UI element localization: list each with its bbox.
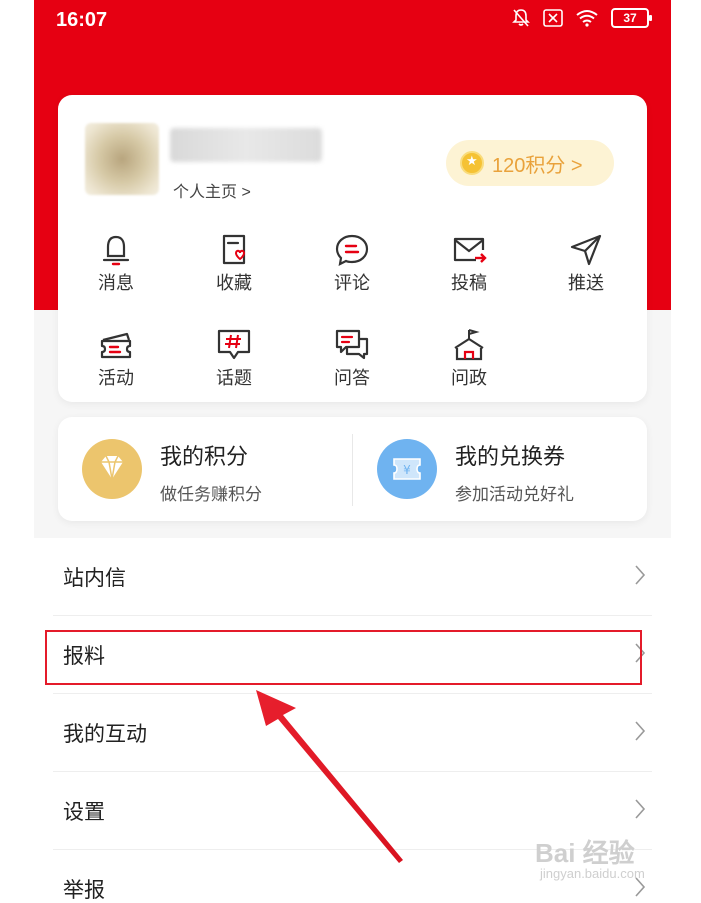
chevron-right-icon (635, 565, 646, 585)
grid-label: 问答 (334, 368, 370, 388)
grid-label: 推送 (568, 273, 604, 293)
comment-icon (335, 234, 369, 266)
my-coupons-entry[interactable]: ¥ 我的兑换券 参加活动兑好礼 (353, 417, 647, 521)
svg-text:¥: ¥ (403, 463, 411, 477)
coin-icon (460, 151, 484, 175)
grid-item-topics[interactable]: 话题 (189, 328, 279, 390)
grid-label: 活动 (98, 368, 134, 388)
profile-card: 个人主页 > 120积分 > 消息 收藏 (58, 95, 647, 402)
wifi-icon (576, 10, 598, 27)
homepage-link[interactable]: 个人主页 > (173, 178, 251, 202)
diamond-icon (82, 439, 142, 499)
grid-label: 收藏 (216, 273, 252, 293)
grid-item-comments[interactable]: 评论 (307, 233, 397, 295)
ticket-icon (100, 332, 132, 359)
points-coupons-card: 我的积分 做任务赚积分 ¥ 我的兑换券 参加活动兑好礼 (58, 417, 647, 521)
points-badge[interactable]: 120积分 > (446, 140, 614, 186)
menu-item-inbox[interactable]: 站内信 (53, 538, 652, 616)
status-icons: 37 (511, 8, 652, 28)
battery-icon: 37 (611, 8, 652, 28)
bell-off-icon (512, 9, 530, 27)
avatar[interactable] (85, 123, 159, 195)
mail-send-icon (453, 237, 487, 263)
grid-item-politics[interactable]: 问政 (424, 328, 514, 390)
grid-label: 评论 (334, 273, 370, 293)
grid-item-qa[interactable]: 问答 (307, 328, 397, 390)
status-time: 16:07 (56, 9, 108, 31)
menu-item-my-interactions[interactable]: 我的互动 (53, 694, 652, 772)
favorite-doc-icon (222, 234, 246, 265)
hashtag-icon (217, 329, 251, 360)
bell-icon (102, 235, 130, 266)
username-redacted (170, 128, 322, 162)
app-screen: 16:07 37 个人主页 > ★ 120积分 > 消息 收藏 评论 投稿 推送… (34, 0, 671, 903)
menu-item-label: 报料 (63, 645, 105, 668)
sim-off-icon (543, 9, 563, 27)
menu-item-label: 我的互动 (63, 723, 147, 746)
my-coupons-sub: 参加活动兑好礼 (455, 485, 574, 504)
menu-item-label: 举报 (63, 879, 105, 902)
watermark-sub: jingyan.baidu.com (540, 866, 645, 881)
chevron-right-icon (635, 643, 646, 663)
points-badge-label: 120积分 > (492, 154, 583, 177)
coupon-icon: ¥ (377, 439, 437, 499)
menu-item-report-news[interactable]: 报料 (53, 616, 652, 694)
grid-item-events[interactable]: 活动 (71, 328, 161, 390)
chevron-right-icon (635, 799, 646, 819)
chevron-right-icon (635, 721, 646, 741)
grid-label: 消息 (98, 273, 134, 293)
menu-item-label: 站内信 (63, 567, 126, 590)
qa-chat-icon (335, 329, 369, 360)
grid-item-push[interactable]: 推送 (541, 233, 631, 295)
my-coupons-title: 我的兑换券 (455, 444, 566, 469)
grid-item-messages[interactable]: 消息 (71, 233, 161, 295)
my-points-entry[interactable]: 我的积分 做任务赚积分 (58, 417, 352, 521)
grid-item-submit[interactable]: 投稿 (424, 233, 514, 295)
menu-item-label: 设置 (63, 801, 105, 824)
grid-item-favorites[interactable]: 收藏 (189, 233, 279, 295)
grid-label: 问政 (451, 368, 487, 388)
my-points-sub: 做任务赚积分 (160, 485, 262, 504)
grid-label: 投稿 (451, 273, 487, 293)
government-building-icon (454, 329, 484, 361)
my-points-title: 我的积分 (160, 444, 249, 469)
status-bar: 16:07 37 (34, 0, 671, 40)
watermark: Bai 经验 (535, 838, 635, 868)
send-arrow-icon (570, 234, 602, 266)
grid-label: 话题 (216, 368, 252, 388)
